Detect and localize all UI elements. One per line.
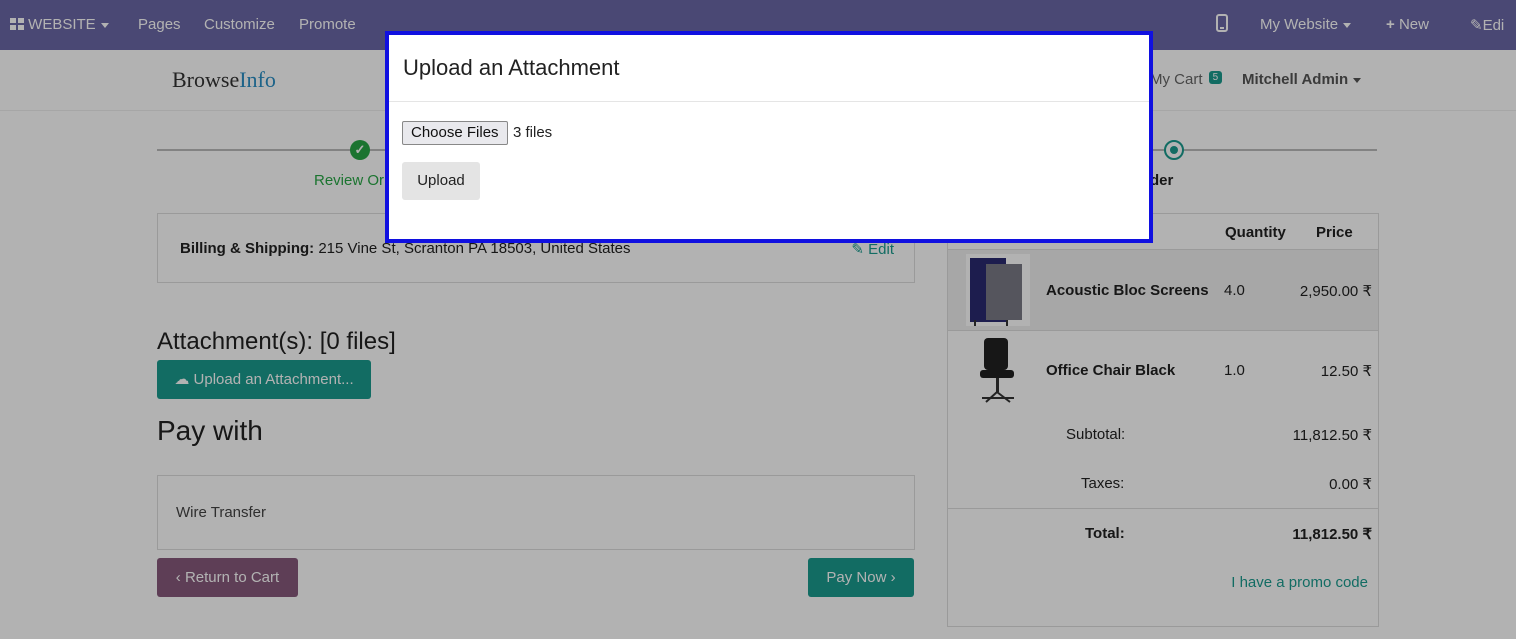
selected-files-count: 3 files xyxy=(513,124,553,141)
upload-attachment-modal: Upload an Attachment Choose Files 3 file… xyxy=(385,31,1153,243)
choose-files-button[interactable]: Choose Files xyxy=(402,121,508,145)
modal-header-divider xyxy=(389,101,1149,102)
upload-button[interactable]: Upload xyxy=(402,162,480,200)
modal-title: Upload an Attachment xyxy=(403,55,620,80)
